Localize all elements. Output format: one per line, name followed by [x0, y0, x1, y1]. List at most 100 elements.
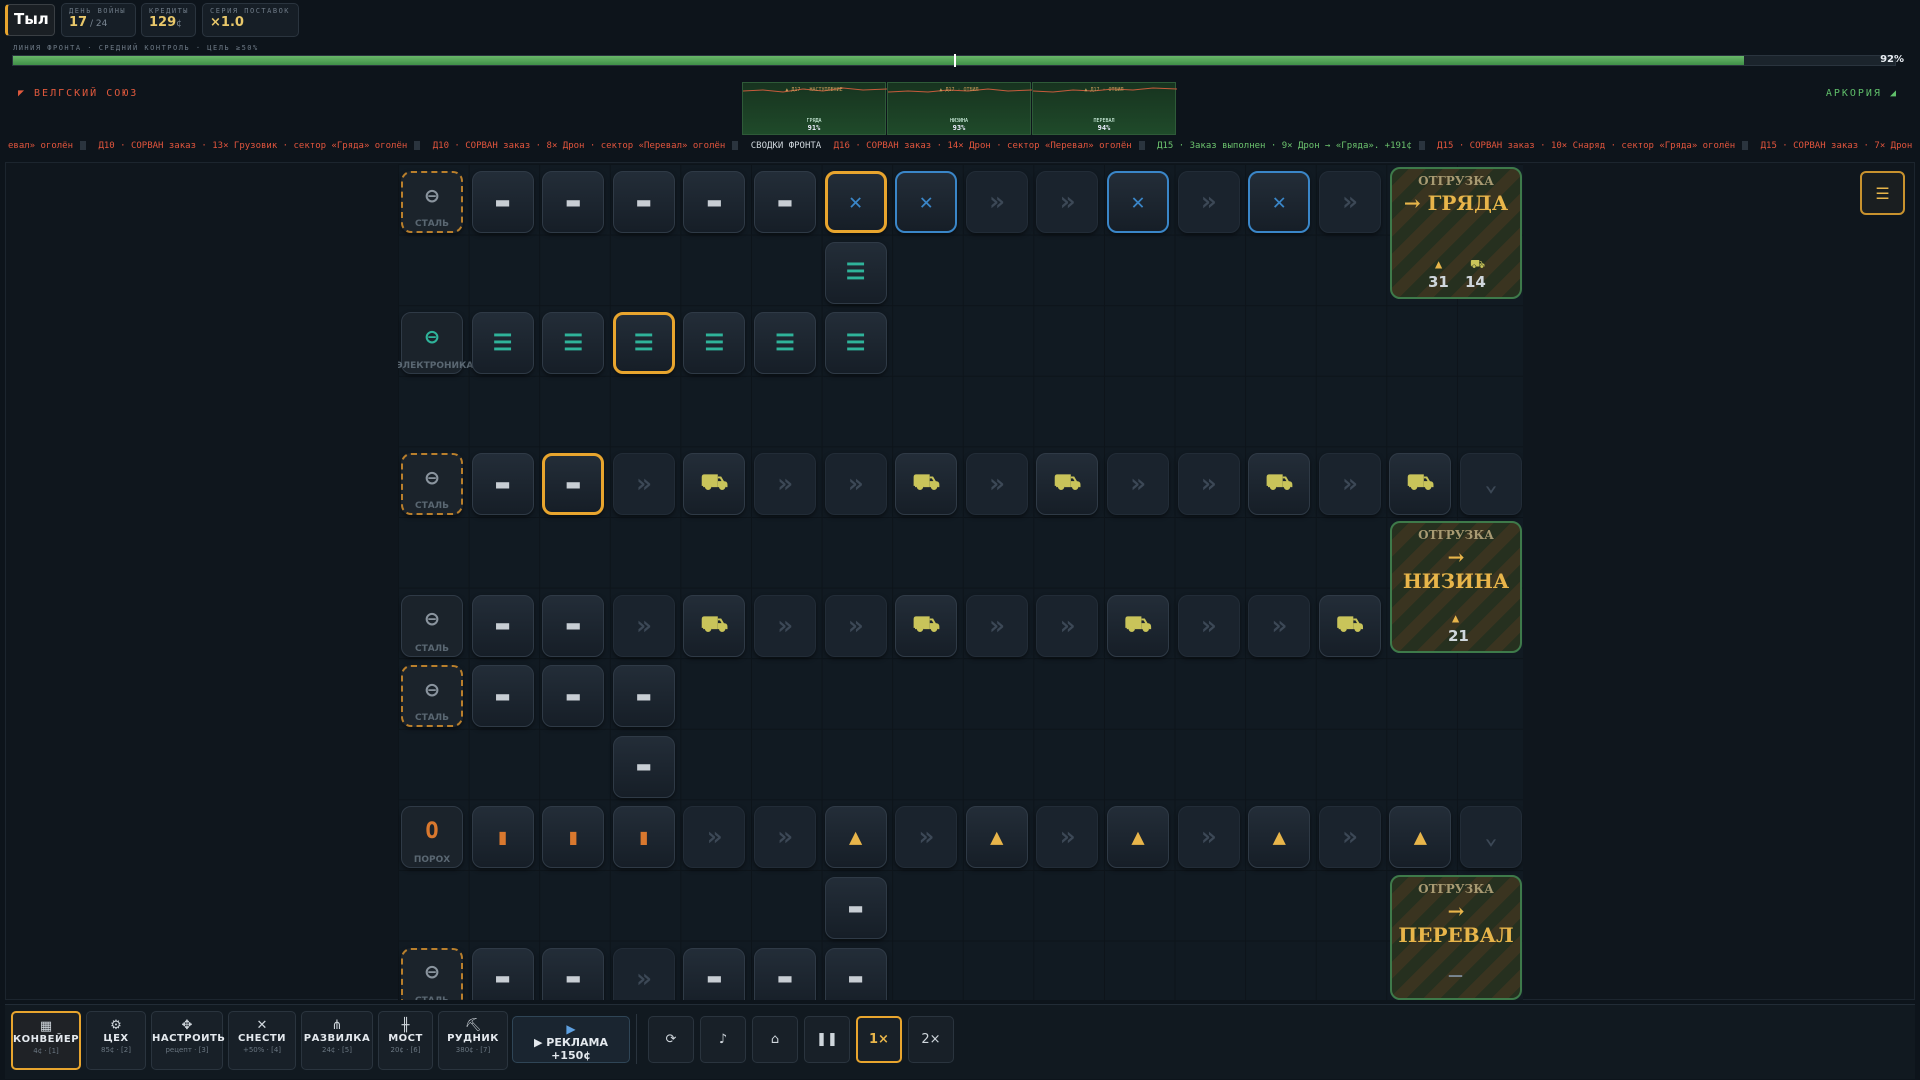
resource-mine-steel[interactable]: ⊖СТАЛЬ	[401, 594, 463, 657]
conveyor-belt[interactable]: »	[895, 806, 958, 869]
factory-tile-truck[interactable]: ⛟	[1389, 453, 1452, 516]
conveyor-belt[interactable]: »	[1177, 594, 1240, 657]
conveyor-belt[interactable]: »	[1177, 453, 1240, 516]
factory-tile-shell[interactable]: ▲	[1248, 806, 1311, 869]
reset-button[interactable]: ⟳	[648, 1016, 694, 1063]
resource-mine-steel[interactable]: ⊖СТАЛЬ	[401, 947, 463, 1000]
conveyor-belt[interactable]: »	[1318, 806, 1381, 869]
conveyor-belt[interactable]: »	[1036, 806, 1099, 869]
factory-tile-chip[interactable]: ☰	[612, 312, 675, 375]
factory-tile-shell[interactable]: ▲	[1389, 806, 1452, 869]
conveyor-belt[interactable]: »	[683, 806, 746, 869]
tool-button-5[interactable]: ╫ МОСТ 20¢ · [6]	[378, 1011, 433, 1070]
factory-tile-truck[interactable]: ⛟	[895, 453, 958, 516]
factory-tile-can[interactable]: ▮	[612, 806, 675, 869]
tool-button-1[interactable]: ⚙ ЦЕХ 85¢ · [2]	[86, 1011, 146, 1070]
resource-mine-steel[interactable]: ⊖СТАЛЬ	[401, 453, 463, 516]
tool-button-6[interactable]: ⛏ РУДНИК 380¢ · [7]	[438, 1011, 508, 1070]
factory-tile-chip[interactable]: ☰	[471, 312, 534, 375]
factory-tile-plate[interactable]: ▬	[542, 453, 605, 516]
factory-tile-can[interactable]: ▮	[471, 806, 534, 869]
factory-grid[interactable]: ⊖ СТАЛЬ ▬ ▬ ▬ ▬ ▬ ✕ ✕ » » ✕ » ✕ » ☰ ⊖ ЭЛЕКТРОНИКА ☰ ☰ ☰ ☰ ☰ ☰ ⊖ С…	[398, 164, 1523, 1000]
factory-tile-truck[interactable]: ⛟	[1036, 453, 1099, 516]
factory-tile-drone[interactable]: ✕	[895, 171, 958, 233]
factory-tile-truck[interactable]: ⛟	[1107, 594, 1169, 657]
tool-button-0[interactable]: ▦ КОНВЕЙЕР 4¢ · [1]	[11, 1011, 81, 1070]
factory-tile-truck[interactable]: ⛟	[895, 594, 958, 657]
factory-tile-chip[interactable]: ☰	[542, 312, 605, 375]
factory-tile-truck[interactable]: ⛟	[1248, 453, 1311, 516]
front-panel-nizina[interactable]: ▲ Д17 · ОТБИЛ НИЗИНА 93%	[887, 82, 1032, 135]
factory-tile-chip[interactable]: ☰	[754, 312, 816, 375]
conveyor-belt[interactable]: ⌄	[1460, 453, 1522, 516]
factory-tile-plate[interactable]: ▬	[683, 947, 746, 1000]
factory-tile-plate[interactable]: ▬	[471, 947, 534, 1000]
conveyor-belt[interactable]: »	[1318, 453, 1381, 516]
conveyor-belt[interactable]: »	[1036, 594, 1099, 657]
resource-mine-electronics[interactable]: ⊖ ЭЛЕКТРОНИКА	[398, 312, 473, 375]
factory-tile-plate[interactable]: ▬	[471, 665, 534, 728]
conveyor-belt[interactable]: »	[965, 453, 1028, 516]
resource-mine-powder[interactable]: O ПОРОХ	[401, 806, 463, 869]
factory-tile-plate[interactable]: ▬	[824, 947, 887, 1000]
music-button[interactable]: ♪	[700, 1016, 746, 1063]
factory-tile-chip[interactable]: ☰	[683, 312, 746, 375]
factory-tile-plate[interactable]: ▬	[612, 665, 675, 728]
shipment-depot-pereval[interactable]: ОТГРУЗКА → ПЕРЕВАЛ —	[1390, 875, 1522, 1000]
factory-tile-truck[interactable]: ⛟	[683, 594, 746, 657]
conveyor-belt[interactable]: »	[1177, 806, 1240, 869]
factory-tile-truck[interactable]: ⛟	[683, 453, 746, 516]
factory-tile-can[interactable]: ▮	[542, 806, 605, 869]
resource-mine-steel[interactable]: ⊖СТАЛЬ	[401, 665, 463, 728]
conveyor-belt[interactable]: »	[1107, 453, 1169, 516]
front-panel-pereval[interactable]: ▲ Д17 · ОТБИЛ ПЕРЕВАЛ 94%	[1032, 82, 1177, 135]
factory-tile-plate[interactable]: ▬	[612, 735, 675, 798]
conveyor-belt[interactable]: »	[612, 453, 675, 516]
conveyor-belt[interactable]: »	[612, 594, 675, 657]
tool-button-4[interactable]: ⋔ РАЗВИЛКА 24¢ · [5]	[301, 1011, 373, 1070]
conveyor-belt[interactable]: »	[824, 453, 887, 516]
conveyor-belt[interactable]: »	[754, 806, 816, 869]
conveyor-belt[interactable]: »	[965, 171, 1028, 233]
factory-tile-plate[interactable]: ▬	[471, 453, 534, 516]
factory-tile-plate[interactable]: ▬	[824, 877, 887, 939]
factory-tile-shell[interactable]: ▲	[965, 806, 1028, 869]
menu-button[interactable]: ☰	[1860, 171, 1905, 215]
factory-tile-shell[interactable]: ▲	[1107, 806, 1169, 869]
front-panel-gryada[interactable]: ▲ Д17 · НАСТУПЛЕНИЕ ГРЯДА 91%	[742, 82, 887, 135]
factory-tile-plate[interactable]: ▬	[471, 171, 534, 233]
factory-tile-plate[interactable]: ▬	[683, 171, 746, 233]
factory-tile-plate[interactable]: ▬	[542, 665, 605, 728]
factory-tile-drone[interactable]: ✕	[1248, 171, 1311, 233]
conveyor-belt[interactable]: »	[612, 947, 675, 1000]
factory-tile-shell[interactable]: ▲	[824, 806, 887, 869]
factory-tile-plate[interactable]: ▬	[542, 171, 605, 233]
factory-tile-drone[interactable]: ✕	[1107, 171, 1169, 233]
conveyor-belt[interactable]: »	[1036, 171, 1099, 233]
factory-tile-drone[interactable]: ✕	[824, 171, 887, 233]
speed-2x-button[interactable]: 2×	[908, 1016, 954, 1063]
conveyor-belt[interactable]: »	[965, 594, 1028, 657]
conveyor-belt[interactable]: »	[754, 594, 816, 657]
pause-button[interactable]: ❚❚	[804, 1016, 850, 1063]
factory-tile-chip[interactable]: ☰	[824, 241, 887, 304]
tool-button-3[interactable]: ✕ СНЕСТИ +50% · [4]	[228, 1011, 296, 1070]
shipment-depot-nizina[interactable]: ОТГРУЗКА → НИЗИНА ▲ 21	[1390, 521, 1522, 653]
factory-tile-chip[interactable]: ☰	[824, 312, 887, 375]
home-button[interactable]: ⌂	[752, 1016, 798, 1063]
speed-1x-button[interactable]: 1×	[856, 1016, 902, 1063]
conveyor-belt[interactable]: »	[1177, 171, 1240, 233]
factory-tile-plate[interactable]: ▬	[754, 947, 816, 1000]
factory-tile-truck[interactable]: ⛟	[1318, 594, 1381, 657]
ad-reward-button[interactable]: ▶ ▶ РЕКЛАМА +150¢	[512, 1016, 630, 1063]
factory-tile-plate[interactable]: ▬	[612, 171, 675, 233]
shipment-depot-gryada[interactable]: ОТГРУЗКА → ГРЯДА ▲ ⛟ 31 14	[1390, 167, 1522, 299]
conveyor-belt[interactable]: »	[754, 453, 816, 516]
tool-button-2[interactable]: ✥ НАСТРОИТЬ рецепт · [3]	[151, 1011, 225, 1070]
resource-mine-steel[interactable]: ⊖СТАЛЬ	[401, 171, 463, 233]
conveyor-belt[interactable]: »	[1248, 594, 1311, 657]
factory-tile-plate[interactable]: ▬	[754, 171, 816, 233]
factory-tile-plate[interactable]: ▬	[542, 947, 605, 1000]
conveyor-belt[interactable]: »	[824, 594, 887, 657]
factory-tile-plate[interactable]: ▬	[542, 594, 605, 657]
